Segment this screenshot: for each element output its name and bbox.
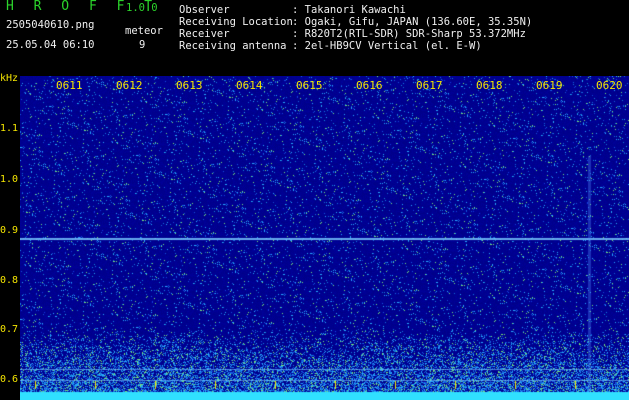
- date-time: 25.05.04 06:10: [6, 39, 95, 51]
- info-row-antenna: Receiving antenna : 2el-HB9CV Vertical (e…: [179, 40, 532, 52]
- info-row-observer: Observer : Takanori Kawachi: [179, 4, 532, 16]
- y-tick-label: 0.6: [0, 374, 19, 385]
- x-tick-label: 0611: [56, 79, 83, 92]
- info-label: Observer: [179, 4, 230, 16]
- meteor-label: meteor: [125, 25, 163, 37]
- x-tick-label: 0616: [356, 79, 383, 92]
- x-tick-label: 0618: [476, 79, 503, 92]
- x-tick-label: 0617: [416, 79, 443, 92]
- app-version: 1.0.0: [126, 2, 158, 14]
- info-label: Receiver: [179, 28, 230, 40]
- info-row-receiver: Receiver : R820T2(RTL-SDR) SDR-Sharp 53.3…: [179, 28, 532, 40]
- x-tick-label: 0620: [596, 79, 623, 92]
- station-info: Observer : Takanori Kawachi Receiving Loc…: [179, 4, 532, 52]
- info-value: : Takanori Kawachi: [292, 4, 406, 16]
- x-tick-label: 0619: [536, 79, 563, 92]
- info-label: Receiving Location: [179, 16, 293, 28]
- info-row-location: Receiving Location: Ogaki, Gifu, JAPAN (…: [179, 16, 532, 28]
- meteor-count: 9: [139, 39, 146, 51]
- file-name: 2505040610.png: [6, 19, 95, 31]
- info-value: : 2el-HB9CV Vertical (el. E-W): [292, 40, 482, 52]
- y-tick-label: 1.1: [0, 123, 19, 134]
- spectrogram-plot: [20, 76, 629, 400]
- y-tick-label: 1.0: [0, 174, 19, 185]
- info-value: : Ogaki, Gifu, JAPAN (136.60E, 35.35N): [292, 16, 533, 28]
- info-value: : R820T2(RTL-SDR) SDR-Sharp 53.372MHz: [292, 28, 526, 40]
- y-tick-label: 0.7: [0, 324, 19, 335]
- x-tick-label: 0615: [296, 79, 323, 92]
- y-tick-label: 0.9: [0, 225, 19, 236]
- y-tick-label: 0.8: [0, 275, 19, 286]
- x-tick-label: 0614: [236, 79, 263, 92]
- x-tick-label: 0612: [116, 79, 143, 92]
- x-tick-label: 0613: [176, 79, 203, 92]
- info-label: Receiving antenna: [179, 40, 287, 52]
- axis-unit-label: kHz: [0, 73, 19, 84]
